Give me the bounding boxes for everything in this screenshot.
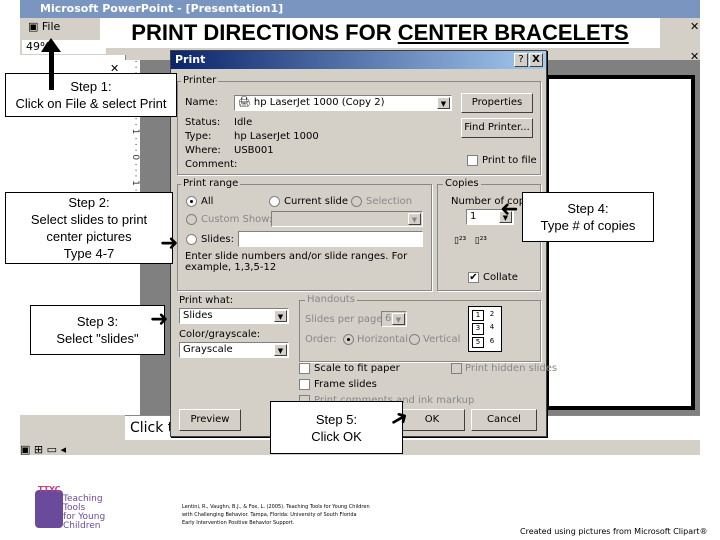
handout-preview: 12 34 56 — [468, 306, 502, 352]
slides-per-page-label: Slides per page: — [305, 314, 386, 325]
step4-callout: Step 4: Type # of copies — [522, 192, 654, 242]
help-button[interactable]: ? — [514, 53, 528, 67]
custom-show-select[interactable]: ▼ — [271, 211, 423, 227]
type-value: hp LaserJet 1000 — [234, 131, 319, 142]
step1-callout: Step 1: Click on File & select Print — [5, 73, 177, 117]
properties-button[interactable]: Properties — [461, 93, 533, 113]
chevron-down-icon[interactable]: ▼ — [274, 310, 287, 322]
chevron-down-icon[interactable]: ▼ — [274, 344, 287, 356]
chevron-down-icon[interactable]: ▼ — [392, 313, 405, 325]
slides-input[interactable] — [238, 231, 423, 247]
arrow-head — [41, 38, 61, 52]
citation: Lentini, R., Vaughn, B.J., & Fox, L. (20… — [182, 504, 370, 526]
order-label: Order: — [305, 334, 337, 345]
horizontal-radio[interactable] — [343, 334, 354, 345]
dialog-title: Print — [171, 51, 546, 69]
printer-icon: 🖨 — [238, 97, 251, 108]
handouts-group — [299, 300, 541, 362]
print-to-file-label: Print to file — [482, 155, 537, 166]
vertical-radio[interactable] — [409, 334, 420, 345]
handouts-label: Handouts — [305, 294, 357, 305]
arrow-left-icon: ➜ — [500, 196, 519, 221]
slides-radio[interactable] — [186, 234, 197, 245]
zoom-box[interactable]: 49% — [22, 40, 106, 54]
printer-group-label: Printer — [181, 75, 219, 86]
type-label: Type: — [185, 131, 212, 142]
horizontal-label: Horizontal — [357, 334, 409, 345]
copies-label: Copies — [443, 178, 481, 189]
step5-callout: Step 5: Click OK — [270, 401, 403, 454]
step2-callout: Step 2: Select slides to print center pict… — [5, 192, 173, 264]
collate-checkbox[interactable]: ✔ — [468, 272, 479, 283]
close-icon[interactable]: ✕ — [690, 20, 699, 33]
custom-show-label: Custom Show: — [201, 214, 273, 225]
clipart-credit: Created using pictures from Microsoft Cl… — [520, 527, 708, 536]
selection-label: Selection — [366, 196, 413, 207]
print-hidden-checkbox[interactable] — [451, 363, 462, 374]
slide-canvas — [545, 75, 695, 410]
color-select[interactable]: Grayscale ▼ — [179, 342, 289, 358]
print-dialog: Print ? X Printer Name: 🖨 hp LaserJet 10… — [170, 50, 557, 437]
all-label: All — [201, 196, 214, 207]
print-what-label: Print what: — [179, 295, 234, 306]
page-title: PRINT DIRECTIONS FOR CENTER BRACELETS — [100, 18, 660, 48]
chevron-down-icon[interactable]: ▼ — [408, 213, 421, 225]
vertical-label: Vertical — [423, 334, 461, 345]
file-menu[interactable]: ▣ File — [28, 20, 60, 33]
slides-per-page-select[interactable]: 6 ▼ — [381, 311, 407, 327]
status-label: Status: — [185, 117, 221, 128]
find-printer-button[interactable]: Find Printer... — [461, 118, 533, 138]
print-what-select[interactable]: Slides ▼ — [179, 308, 289, 324]
step3-callout: Step 3: Select "slides" — [30, 305, 165, 355]
app-icon: ▣ — [28, 20, 39, 33]
scale-to-fit-label: Scale to fit paper — [314, 363, 400, 374]
preview-button[interactable]: Preview — [179, 409, 241, 431]
name-label: Name: — [185, 97, 218, 108]
arrow-right-icon: ➜ — [150, 306, 169, 331]
close-button[interactable]: X — [529, 53, 543, 67]
color-label: Color/grayscale: — [179, 329, 261, 340]
print-to-file-checkbox[interactable] — [467, 155, 478, 166]
printer-name-select[interactable]: 🖨 hp LaserJet 1000 (Copy 2) ▼ — [234, 95, 452, 111]
print-hidden-label: Print hidden slides — [465, 363, 558, 374]
collate-illustration-icon: ▯²³ ▯²³ — [454, 236, 487, 246]
window-title: Microsoft PowerPoint - [Presentation1] — [20, 0, 700, 18]
frame-slides-label: Frame slides — [314, 379, 377, 390]
scale-to-fit-checkbox[interactable] — [299, 363, 310, 374]
where-value: USB001 — [234, 145, 274, 156]
where-label: Where: — [185, 145, 221, 156]
ttyc-logo: TTYC Teaching Tools for Young Children — [35, 485, 120, 531]
frame-slides-checkbox[interactable] — [299, 379, 310, 390]
selection-radio[interactable] — [351, 196, 362, 207]
slides-hint: Enter slide numbers and/or slide ranges.… — [185, 251, 408, 273]
slides-label: Slides: — [201, 234, 234, 245]
comment-label: Comment: — [185, 159, 238, 170]
print-range-label: Print range — [181, 178, 241, 189]
current-slide-label: Current slide — [284, 196, 349, 207]
current-slide-radio[interactable] — [269, 196, 280, 207]
status-value: Idle — [234, 117, 253, 128]
cancel-button[interactable]: Cancel — [471, 409, 537, 431]
view-icons[interactable]: ▣ ⊞ ▭ ◂ — [20, 443, 66, 456]
collate-label: Collate — [483, 272, 518, 283]
chevron-down-icon[interactable]: ▼ — [437, 97, 450, 109]
custom-show-radio[interactable] — [186, 214, 197, 225]
all-radio[interactable] — [186, 196, 197, 207]
arrow-right-icon: ➜ — [160, 230, 179, 255]
